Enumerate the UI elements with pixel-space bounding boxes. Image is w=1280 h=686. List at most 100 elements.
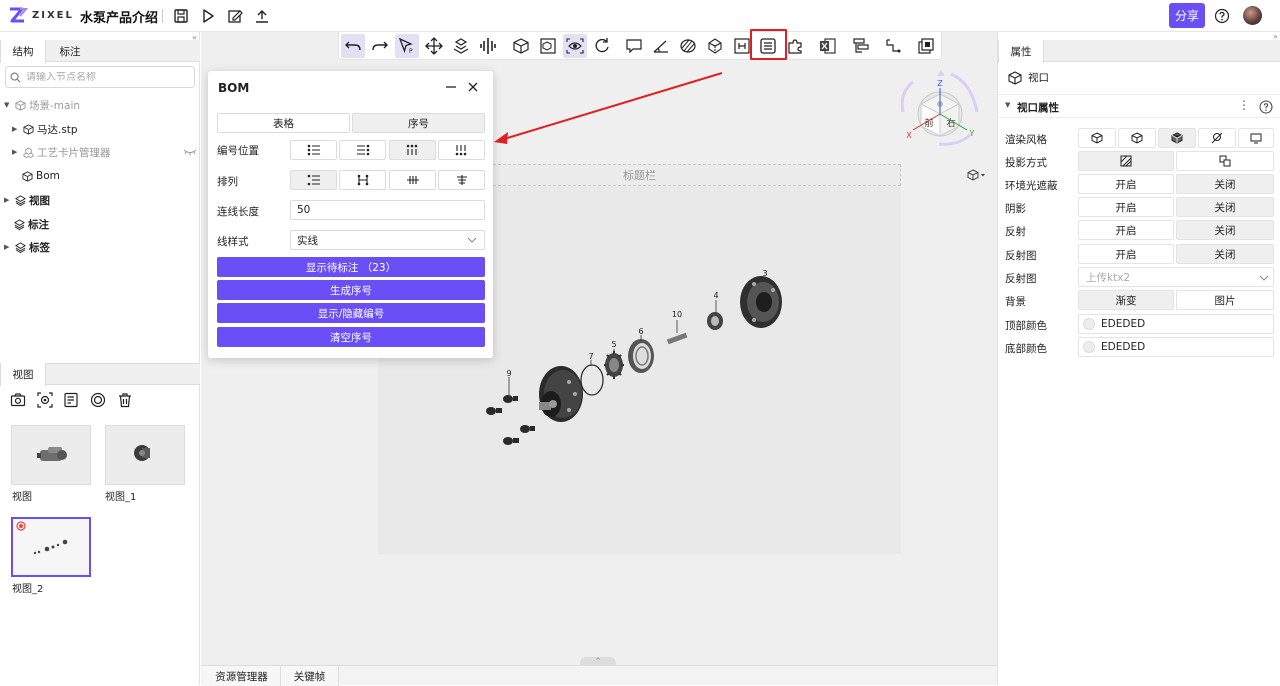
expand-right-icon[interactable]: ▶ (4, 196, 12, 204)
tree-node-bom[interactable]: Bom (22, 168, 60, 184)
render-hidden-line-icon[interactable] (1198, 128, 1236, 148)
section-cut-icon[interactable] (676, 34, 700, 58)
save-icon[interactable] (172, 7, 190, 25)
tab-views[interactable]: 视图 (0, 363, 46, 386)
render-shaded-icon[interactable] (1078, 128, 1116, 148)
layout-tree-icon[interactable] (849, 34, 873, 58)
balloon-number[interactable]: 7 (588, 352, 593, 361)
viewport-properties-section[interactable]: ▼ 视口属性 ⋮ (998, 94, 1280, 118)
balloon-number[interactable]: 3 (762, 269, 767, 278)
move-icon[interactable] (422, 34, 446, 58)
pump-body-part[interactable] (539, 366, 583, 422)
numbering-bottom-icon[interactable] (438, 140, 485, 160)
view-cube-icon[interactable] (509, 34, 533, 58)
document-title[interactable]: 水泵产品介绍 (80, 7, 158, 26)
reflection-off-button[interactable]: 关闭 (1176, 220, 1274, 240)
expand-right-icon[interactable]: ▶ (12, 148, 20, 156)
numbering-right-icon[interactable] (339, 140, 386, 160)
render-monitor-icon[interactable] (1238, 128, 1274, 148)
tree-node-scene-main[interactable]: ▼ 场景-main (4, 97, 80, 113)
arrange-horizontal-icon[interactable] (290, 170, 337, 190)
assembly-mark-icon[interactable] (703, 34, 727, 58)
top-color-field[interactable]: EDEDED (1078, 314, 1274, 334)
expand-down-icon[interactable]: ▼ (4, 101, 12, 109)
tab-annotation[interactable]: 标注 (47, 40, 93, 62)
o-ring-part[interactable] (580, 364, 604, 396)
arrange-center-horizontal-icon[interactable] (438, 170, 485, 190)
reflection-map-on-button[interactable]: 开启 (1078, 244, 1174, 264)
toggle-numbers-button[interactable]: 显示/隐藏编号 (217, 303, 485, 323)
layers-copy-icon[interactable] (914, 34, 938, 58)
dimension-icon[interactable] (730, 34, 754, 58)
tab-structure[interactable]: 结构 (0, 40, 46, 63)
balloon-number[interactable]: 9 (506, 369, 511, 378)
bottom-color-swatch[interactable] (1083, 341, 1095, 353)
line-style-select[interactable]: 实线 (290, 230, 485, 250)
navigation-cube[interactable]: 前 右 Z X Y (891, 68, 991, 178)
numbering-top-icon[interactable] (389, 140, 436, 160)
bottom-panel-expand-handle[interactable]: ^ (580, 657, 616, 665)
render-solid-icon[interactable] (1158, 128, 1196, 148)
tab-keyframes[interactable]: 关键帧 (281, 666, 339, 686)
target-icon[interactable] (90, 392, 106, 408)
line-length-input[interactable]: 50 (290, 200, 485, 220)
eye-focus-icon[interactable] (563, 34, 587, 58)
edit-icon[interactable] (226, 7, 244, 25)
section-align-icon[interactable] (476, 34, 500, 58)
balloon-number[interactable]: 4 (713, 291, 718, 300)
pump-cover-part[interactable] (740, 276, 782, 328)
view-thumbnail[interactable] (105, 425, 185, 485)
expand-right-icon[interactable]: ▶ (12, 125, 20, 133)
reflection-map-upload-select[interactable]: 上传ktx2 (1078, 267, 1274, 287)
balloon-number[interactable]: 6 (638, 327, 643, 336)
user-avatar[interactable] (1243, 6, 1262, 25)
ring-gear-part[interactable] (628, 339, 654, 373)
projection-orthographic-icon[interactable] (1176, 151, 1274, 171)
close-icon[interactable] (465, 79, 481, 95)
background-gradient-button[interactable]: 渐变 (1078, 290, 1174, 310)
app-logo[interactable]: ZIXEL (8, 6, 74, 24)
tree-node-views[interactable]: ▶ 视图 (4, 192, 50, 208)
trash-icon[interactable] (117, 392, 133, 408)
play-icon[interactable] (199, 7, 217, 25)
camera-icon[interactable] (10, 392, 26, 408)
render-wireframe-icon[interactable] (1118, 128, 1156, 148)
screenshot-icon[interactable] (37, 392, 53, 408)
arrange-vertical-icon[interactable] (339, 170, 386, 190)
ambient-occlusion-off-button[interactable]: 关闭 (1176, 174, 1274, 194)
expand-right-icon[interactable]: ▶ (4, 243, 12, 251)
generate-sequence-button[interactable]: 生成序号 (217, 280, 485, 300)
tab-resource-manager[interactable]: 资源管理器 (203, 666, 281, 686)
tree-node-motor-stp[interactable]: ▶ 马达.stp (12, 121, 78, 137)
cube-frame-icon[interactable] (536, 34, 560, 58)
bearing-part[interactable] (707, 312, 723, 330)
upload-icon[interactable] (253, 7, 271, 25)
reflection-on-button[interactable]: 开启 (1078, 220, 1174, 240)
ambient-occlusion-on-button[interactable]: 开启 (1078, 174, 1174, 194)
tree-node-labels[interactable]: ▶ 标签 (4, 239, 50, 255)
view-list-icon[interactable] (63, 392, 79, 408)
explode-icon[interactable] (449, 34, 473, 58)
measure-angle-icon[interactable] (649, 34, 673, 58)
balloon-number[interactable]: 5 (611, 340, 616, 349)
undo-icon[interactable] (341, 34, 365, 58)
tab-sequence-number[interactable]: 序号 (352, 113, 485, 133)
top-color-swatch[interactable] (1083, 318, 1095, 330)
tree-node-annotations[interactable]: 标注 (14, 216, 49, 232)
select-pointer-icon[interactable]: P (395, 34, 419, 58)
shadow-off-button[interactable]: 关闭 (1176, 197, 1274, 217)
shadow-on-button[interactable]: 开启 (1078, 197, 1174, 217)
tab-properties[interactable]: 属性 (998, 40, 1044, 63)
view-mode-cube-icon[interactable] (967, 169, 987, 181)
more-options-icon[interactable]: ⋮ (1238, 98, 1250, 112)
shaft-key-part[interactable] (666, 332, 688, 345)
show-pending-annotations-button[interactable]: 显示待标注 （23） (217, 257, 485, 277)
arrange-center-vertical-icon[interactable] (389, 170, 436, 190)
tab-table[interactable]: 表格 (217, 113, 350, 133)
puzzle-plugin-icon[interactable] (783, 34, 807, 58)
gear-part[interactable] (604, 351, 624, 379)
projection-perspective-icon[interactable] (1078, 151, 1174, 171)
share-button[interactable]: 分享 (1169, 3, 1205, 28)
bottom-color-field[interactable]: EDEDED (1078, 337, 1274, 357)
view-thumbnail-selected[interactable] (11, 517, 91, 577)
